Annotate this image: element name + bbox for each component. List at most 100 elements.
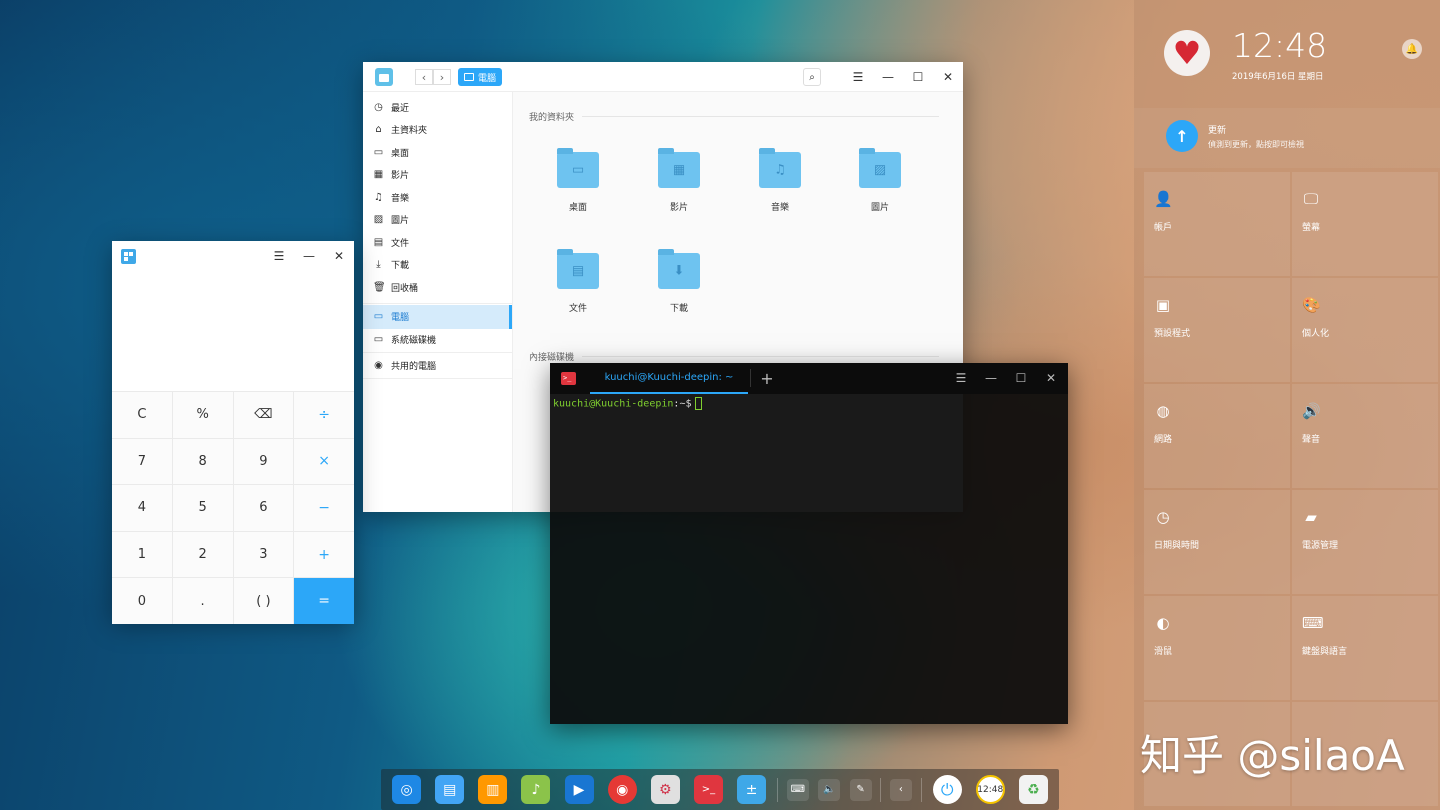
key-2[interactable]: 2 (172, 531, 233, 578)
dock-music[interactable]: ♪ (514, 769, 557, 810)
tile-personalization[interactable]: 🎨 個人化 (1292, 278, 1438, 382)
terminal-titlebar[interactable]: >_ kuuchi@Kuuchi-deepin: ~ + ☰ — ☐ ✕ (550, 363, 1068, 394)
key-add[interactable]: + (294, 531, 354, 578)
breadcrumb[interactable]: 電腦 (458, 68, 503, 86)
sidebar-item-recent[interactable]: ◷ 最近 (363, 96, 512, 119)
dock-clock[interactable]: 12:48 (969, 769, 1012, 810)
tile-network[interactable]: ◍ 網路 (1144, 384, 1290, 488)
sidebar-item-label: 下載 (391, 261, 410, 272)
dock-app-store[interactable]: ▥ (471, 769, 514, 810)
minimize-button[interactable]: — (976, 363, 1006, 393)
palette-icon: 🎨 (1302, 296, 1321, 314)
tray-keyboard[interactable]: ⌨ (782, 769, 813, 810)
key-multiply[interactable]: × (294, 438, 354, 485)
chevron-left-icon: ‹ (421, 70, 427, 84)
clock-time: 12:48 (1232, 26, 1328, 65)
tile-sound[interactable]: 🔊 聲音 (1292, 384, 1438, 488)
forward-button[interactable]: › (433, 69, 451, 85)
folder-label: 桌面 (568, 203, 587, 213)
dock-terminal[interactable]: >_ (687, 769, 730, 810)
sidebar-item-system-disk[interactable]: ▭ 系統磁碟機 (363, 329, 512, 352)
menu-button[interactable]: ☰ (843, 62, 873, 92)
key-divide[interactable]: ÷ (294, 392, 354, 438)
sidebar-item-network[interactable]: ◉ 共用的電腦 (363, 354, 512, 377)
key-4[interactable]: 4 (112, 485, 172, 531)
tray-volume[interactable]: 🔈 (813, 769, 844, 810)
key-0[interactable]: 0 (112, 578, 172, 624)
key-7[interactable]: 7 (112, 438, 172, 485)
dock-calculator[interactable]: ± (730, 769, 773, 810)
folder-label: 圖片 (870, 203, 889, 213)
key-9[interactable]: 9 (233, 438, 294, 485)
menu-button[interactable]: ☰ (946, 363, 976, 393)
nav-buttons: ‹ › (415, 69, 451, 85)
key-parentheses[interactable]: ( ) (233, 578, 294, 624)
key-8[interactable]: 8 (172, 438, 233, 485)
sidebar-item-documents[interactable]: ▤ 文件 (363, 231, 512, 254)
minimize-button[interactable]: — (873, 62, 903, 92)
dock-chrome[interactable]: ◉ (601, 769, 644, 810)
folder-icon: ▤ (557, 249, 599, 289)
close-button[interactable]: ✕ (324, 241, 354, 271)
folder-documents[interactable]: ▤ 文件 (543, 249, 613, 314)
close-button[interactable]: ✕ (1036, 363, 1066, 393)
minimize-button[interactable]: — (294, 241, 324, 271)
folder-downloads[interactable]: ⬇ 下載 (644, 249, 714, 314)
key-subtract[interactable]: − (294, 485, 354, 531)
key-decimal[interactable]: . (172, 578, 233, 624)
dock-launcher[interactable]: ◎ (385, 769, 428, 810)
calculator-titlebar[interactable]: ☰ — ✕ (112, 241, 354, 271)
folder-music[interactable]: ♫ 音樂 (745, 148, 815, 213)
file-manager-titlebar[interactable]: ‹ › 電腦 ⌕ ☰ — ☐ ✕ (363, 62, 963, 92)
new-tab-button[interactable]: + (756, 363, 778, 394)
tile-keyboard[interactable]: ⌨ 鍵盤與語言 (1292, 596, 1438, 700)
sidebar-item-trash[interactable]: 🗑 回收桶 (363, 276, 512, 299)
folder-pictures[interactable]: ▨ 圖片 (845, 148, 915, 213)
tile-default-apps[interactable]: ▣ 預設程式 (1144, 278, 1290, 382)
sidebar-item-computer[interactable]: ▭ 電腦 (363, 304, 512, 329)
key-5[interactable]: 5 (172, 485, 233, 531)
dock-trash[interactable]: ♻ (1012, 769, 1055, 810)
sidebar-item-pictures[interactable]: ▨ 圖片 (363, 209, 512, 232)
dock-settings[interactable]: ⚙ (644, 769, 687, 810)
tray-collapse[interactable]: ‹ (885, 769, 916, 810)
key-1[interactable]: 1 (112, 531, 172, 578)
notification-button[interactable]: 🔔 (1402, 39, 1422, 59)
key-6[interactable]: 6 (233, 485, 294, 531)
key-percent[interactable]: % (172, 392, 233, 438)
calculator-window: ☰ — ✕ C % ⌫ ÷ 7 8 9 × 4 5 6 − 1 2 3 + 0 … (112, 241, 354, 624)
tray-pen[interactable]: ✎ (845, 769, 876, 810)
update-notice[interactable]: ↑ 更新 偵測到更新，點按即可檢視 (1134, 108, 1440, 168)
tile-mouse[interactable]: ◐ 滑鼠 (1144, 596, 1290, 700)
tile-label: 電源管理 (1302, 541, 1339, 551)
key-3[interactable]: 3 (233, 531, 294, 578)
menu-button[interactable]: ☰ (264, 241, 294, 271)
close-button[interactable]: ✕ (933, 62, 963, 92)
sidebar-item-music[interactable]: ♫ 音樂 (363, 186, 512, 209)
sidebar-item-videos[interactable]: ▦ 影片 (363, 164, 512, 187)
sidebar-item-desktop[interactable]: ▭ 桌面 (363, 141, 512, 164)
folder-desktop[interactable]: ▭ 桌面 (543, 148, 613, 213)
tile-display[interactable]: 🖵 螢幕 (1292, 172, 1438, 276)
avatar[interactable] (1164, 30, 1210, 76)
key-backspace[interactable]: ⌫ (233, 392, 294, 438)
search-button[interactable]: ⌕ (803, 68, 821, 86)
music-player-icon: ♪ (521, 775, 551, 804)
tile-accounts[interactable]: 👤 帳戶 (1144, 172, 1290, 276)
dock-shutdown[interactable]: ⏻ (926, 769, 969, 810)
tile-datetime[interactable]: ◷ 日期與時間 (1144, 490, 1290, 594)
back-button[interactable]: ‹ (415, 69, 433, 85)
terminal-tab[interactable]: kuuchi@Kuuchi-deepin: ~ (590, 363, 748, 394)
maximize-button[interactable]: ☐ (1006, 363, 1036, 393)
sidebar-item-home[interactable]: ⌂ 主資料夾 (363, 119, 512, 142)
key-clear[interactable]: C (112, 392, 172, 438)
dock-movie[interactable]: ▶ (558, 769, 601, 810)
key-equals[interactable]: = (294, 578, 354, 624)
terminal-logo-icon: >_ (561, 372, 576, 385)
dock-file-manager[interactable]: ▤ (428, 769, 471, 810)
tile-power[interactable]: ▰ 電源管理 (1292, 490, 1438, 594)
folder-videos[interactable]: ▦ 影片 (644, 148, 714, 213)
maximize-button[interactable]: ☐ (903, 62, 933, 92)
terminal-body[interactable]: kuuchi@Kuuchi-deepin:~$ (550, 394, 1068, 413)
sidebar-item-downloads[interactable]: ⤓ 下載 (363, 254, 512, 277)
